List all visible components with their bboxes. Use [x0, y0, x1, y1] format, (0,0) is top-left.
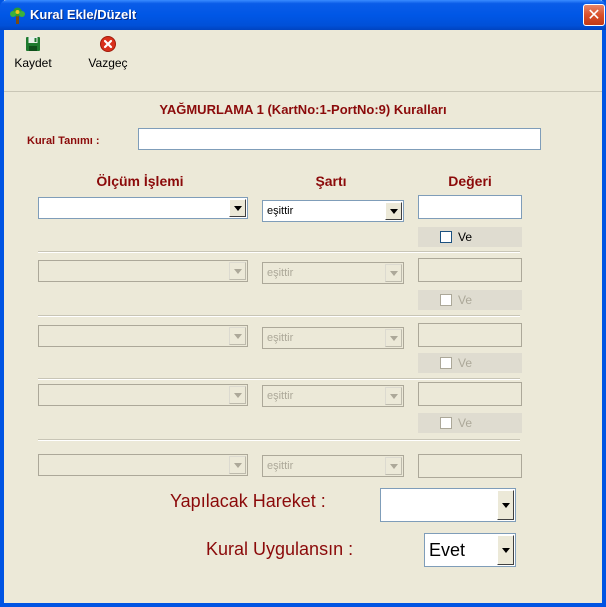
chevron-down-icon[interactable]: [385, 387, 402, 405]
cancel-button[interactable]: Vazgeç: [80, 36, 136, 70]
rule-name-input[interactable]: [138, 128, 541, 150]
chevron-down-icon[interactable]: [229, 327, 246, 345]
column-header-condition: Şartı: [315, 173, 347, 189]
and-checkbox[interactable]: Ve: [418, 227, 522, 247]
condition-select[interactable]: eşittir: [262, 455, 404, 477]
checkbox-icon[interactable]: [440, 294, 452, 306]
chevron-down-icon[interactable]: [229, 386, 246, 404]
rule-heading: YAĞMURLAMA 1 (KartNo:1-PortNo:9) Kuralla…: [159, 102, 447, 117]
chevron-down-icon[interactable]: [385, 457, 402, 475]
chevron-down-icon[interactable]: [229, 199, 246, 217]
apply-select[interactable]: Evet: [424, 533, 516, 567]
operation-select[interactable]: [38, 260, 248, 282]
checkbox-icon[interactable]: [440, 231, 452, 243]
rule-edit-window: Kural Ekle/Düzelt ✕ Kaydet Vazgeç YAĞMUR…: [0, 0, 606, 607]
condition-value: eşittir: [267, 332, 294, 344]
value-input[interactable]: [418, 258, 522, 282]
and-label: Ve: [458, 293, 473, 307]
condition-select[interactable]: eşittir: [262, 262, 404, 284]
chevron-down-icon[interactable]: [385, 329, 402, 347]
row-separator: [38, 378, 520, 380]
cancel-x-icon: [100, 36, 116, 52]
column-header-value: Değeri: [448, 173, 492, 189]
close-icon: ✕: [587, 5, 601, 24]
condition-select[interactable]: eşittir: [262, 385, 404, 407]
checkbox-icon[interactable]: [440, 417, 452, 429]
chevron-down-icon[interactable]: [229, 456, 246, 474]
operation-select[interactable]: [38, 454, 248, 476]
condition-select[interactable]: eşittir: [262, 327, 404, 349]
and-checkbox[interactable]: Ve: [418, 353, 522, 373]
operation-select[interactable]: [38, 197, 248, 219]
toolbar: Kaydet Vazgeç: [4, 30, 602, 92]
apply-value: Evet: [429, 540, 466, 560]
row-separator: [38, 315, 520, 317]
cancel-label: Vazgeç: [88, 56, 128, 70]
condition-value: eşittir: [267, 205, 294, 217]
value-input[interactable]: [418, 323, 522, 347]
and-label: Ve: [458, 416, 473, 430]
condition-select[interactable]: eşittir: [262, 200, 404, 222]
app-icon: [10, 7, 25, 24]
rule-name-label: Kural Tanımı :: [27, 135, 100, 147]
chevron-down-icon[interactable]: [497, 535, 514, 565]
floppy-disk-icon: [26, 37, 40, 51]
and-label: Ve: [458, 356, 473, 370]
value-input[interactable]: [418, 195, 522, 219]
operation-select[interactable]: [38, 325, 248, 347]
rule-form: YAĞMURLAMA 1 (KartNo:1-PortNo:9) Kuralla…: [4, 93, 602, 603]
condition-value: eşittir: [267, 460, 294, 472]
chevron-down-icon[interactable]: [229, 262, 246, 280]
column-header-operation: Ölçüm İşlemi: [96, 173, 184, 189]
and-label: Ve: [458, 230, 473, 244]
action-label: Yapılacak Hareket :: [170, 491, 326, 511]
chevron-down-icon[interactable]: [385, 202, 402, 220]
row-separator: [38, 439, 520, 441]
save-button[interactable]: Kaydet: [8, 36, 58, 70]
value-input[interactable]: [418, 454, 522, 478]
close-button[interactable]: ✕: [583, 4, 605, 26]
condition-value: eşittir: [267, 390, 294, 402]
chevron-down-icon[interactable]: [385, 264, 402, 282]
and-checkbox[interactable]: Ve: [418, 290, 522, 310]
operation-select[interactable]: [38, 384, 248, 406]
and-checkbox[interactable]: Ve: [418, 413, 522, 433]
chevron-down-icon[interactable]: [497, 490, 514, 520]
action-select[interactable]: [380, 488, 516, 522]
row-separator: [38, 251, 520, 253]
value-input[interactable]: [418, 382, 522, 406]
apply-label: Kural Uygulansın :: [206, 539, 354, 559]
checkbox-icon[interactable]: [440, 357, 452, 369]
condition-value: eşittir: [267, 267, 294, 279]
window-title: Kural Ekle/Düzelt: [30, 7, 137, 22]
save-label: Kaydet: [14, 56, 52, 70]
title-bar[interactable]: Kural Ekle/Düzelt ✕: [0, 0, 606, 30]
